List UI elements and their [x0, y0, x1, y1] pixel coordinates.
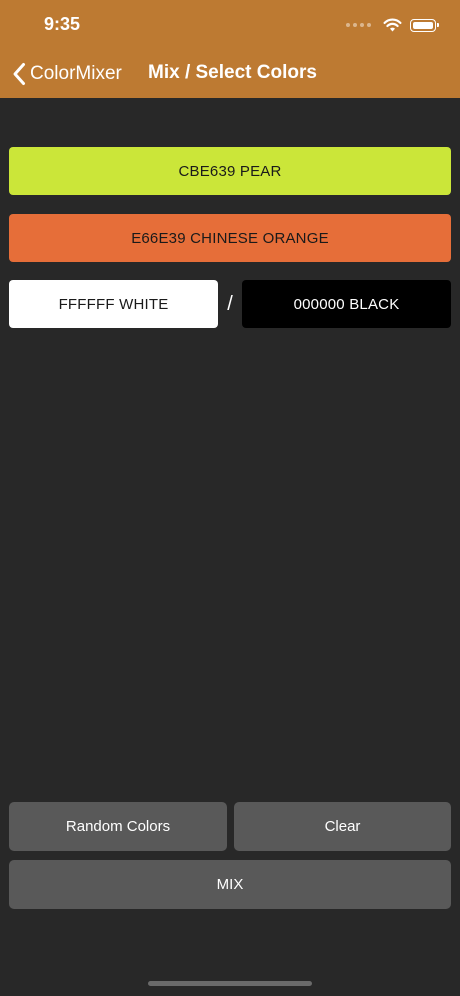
first-color-button[interactable]: CBE639 PEAR	[9, 147, 451, 195]
page-title: Mix / Select Colors	[148, 62, 317, 83]
home-indicator[interactable]	[148, 981, 312, 986]
status-time: 9:35	[44, 14, 81, 34]
second-color-button[interactable]: E66E39 CHINESE ORANGE	[9, 214, 451, 262]
second-color-label: E66E39 CHINESE ORANGE	[131, 229, 329, 247]
white-color-label: FFFFFF WHITE	[58, 295, 169, 313]
navigation-bar: 9:35 ColorMixer Mix / Select Colors	[0, 0, 460, 98]
back-button-label: ColorMixer	[30, 63, 122, 84]
random-colors-button[interactable]: Random Colors	[9, 802, 227, 851]
color-separator: /	[227, 292, 233, 315]
clear-label: Clear	[324, 818, 361, 835]
clear-button[interactable]: Clear	[234, 802, 451, 851]
back-button[interactable]: ColorMixer	[12, 60, 122, 88]
mix-label: MIX	[216, 876, 244, 893]
chevron-left-icon	[13, 63, 25, 85]
white-color-button[interactable]: FFFFFF WHITE	[9, 280, 218, 328]
wifi-icon	[383, 18, 402, 32]
black-color-label: 000000 BLACK	[293, 295, 400, 313]
battery-icon	[410, 18, 439, 32]
black-color-button[interactable]: 000000 BLACK	[242, 280, 451, 328]
status-indicators	[346, 14, 439, 36]
random-colors-label: Random Colors	[65, 818, 171, 835]
first-color-label: CBE639 PEAR	[178, 162, 282, 180]
signal-icon	[346, 23, 371, 27]
mix-button[interactable]: MIX	[9, 860, 451, 909]
